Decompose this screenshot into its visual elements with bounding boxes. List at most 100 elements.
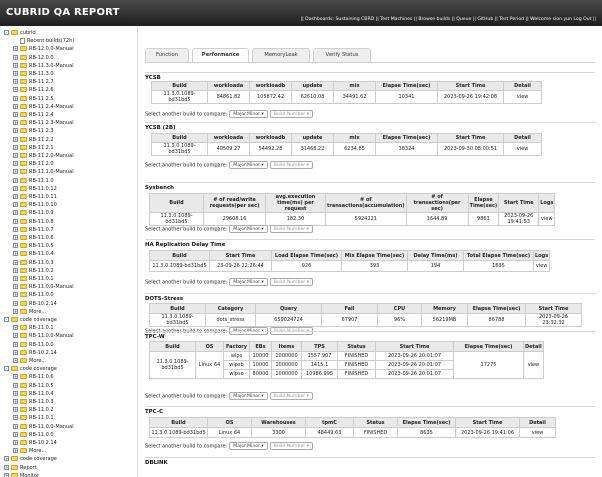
collapse-icon[interactable]: -	[4, 366, 9, 372]
expand-icon[interactable]: +	[13, 71, 18, 76]
tree-item[interactable]: + RB-11.1.0	[13, 177, 54, 185]
tree-item[interactable]: + RB-11.0.5	[13, 242, 54, 250]
tree-item[interactable]: + RB-11.0.11	[13, 193, 57, 201]
tree-item[interactable]: + RB-11.0.10	[13, 201, 57, 209]
expand-icon[interactable]: +	[13, 440, 18, 445]
view-link[interactable]: view	[519, 427, 556, 438]
tree-item[interactable]: + RB-11.0.3	[13, 259, 54, 267]
tree-item[interactable]: - code coverage	[4, 316, 57, 324]
tree-item[interactable]: + RB-12.0.0	[13, 54, 54, 62]
top-nav-links[interactable]: || Dashboards: Sustaining CBRD || Test M…	[301, 17, 596, 22]
tree-item[interactable]: + RB-11.2.0	[13, 160, 54, 168]
expand-icon[interactable]: +	[4, 456, 9, 462]
tab-function[interactable]: Function	[145, 48, 189, 62]
expand-icon[interactable]: +	[13, 325, 18, 331]
tree-item[interactable]: + RB-11.1.0-Manual	[13, 168, 74, 176]
expand-icon[interactable]: +	[13, 423, 18, 429]
build-number-select[interactable]: Build Number ▾	[269, 110, 313, 118]
expand-icon[interactable]: +	[13, 251, 18, 257]
tree-item[interactable]: + RB-11.0.6	[13, 373, 54, 381]
tree-item[interactable]: + RB-11.2.6	[13, 86, 54, 94]
expand-icon[interactable]: +	[13, 194, 18, 199]
tree-item[interactable]: Recent builds(72h)	[13, 37, 74, 45]
expand-icon[interactable]: +	[13, 341, 18, 347]
expand-icon[interactable]: +	[13, 382, 18, 388]
build-number-select[interactable]: Build Number ▾	[269, 442, 313, 450]
view-link[interactable]: view	[532, 260, 551, 272]
expand-icon[interactable]: +	[13, 46, 18, 52]
tree-item[interactable]: + RB-11.2.7	[13, 78, 54, 86]
tree-item[interactable]: + RB-11.2.4-Manual	[13, 103, 74, 111]
tree-item[interactable]: + RB-11.2.3-Manual	[13, 119, 74, 127]
expand-icon[interactable]: +	[13, 431, 18, 437]
expand-icon[interactable]: +	[13, 177, 18, 183]
tree-item[interactable]: + More...	[13, 447, 46, 455]
tree-item[interactable]: + RB-11.3.0	[13, 70, 54, 78]
expand-icon[interactable]: +	[13, 169, 18, 175]
expand-icon[interactable]: +	[13, 62, 18, 68]
expand-icon[interactable]: +	[13, 243, 18, 249]
tab-performance[interactable]: Performance	[192, 48, 249, 63]
major-minor-select[interactable]: Major.Minor ▾	[229, 225, 268, 233]
expand-icon[interactable]: +	[13, 235, 18, 240]
tree-item[interactable]: + RB-11.0.0	[13, 431, 54, 439]
tree-item[interactable]: - cubrid	[4, 29, 36, 37]
tree-item[interactable]: + RB-11.2.2	[13, 136, 54, 144]
tree-item[interactable]: - code coverage	[4, 365, 57, 373]
expand-icon[interactable]: +	[13, 185, 18, 191]
build-number-select[interactable]: Build Number ▾	[269, 278, 313, 286]
tree-item[interactable]: + RB-11.0.1	[13, 324, 54, 332]
expand-icon[interactable]: +	[13, 415, 18, 421]
expand-icon[interactable]: +	[13, 112, 18, 117]
tree-item[interactable]: + RB-11.0.3	[13, 398, 54, 406]
tree-item[interactable]: + RB-11.0.0	[13, 341, 54, 349]
build-number-select[interactable]: Build Number ▾	[269, 161, 313, 169]
expand-icon[interactable]: +	[13, 210, 18, 216]
expand-icon[interactable]: +	[13, 267, 18, 273]
tab-memoryleak[interactable]: MemoryLeak	[252, 48, 310, 62]
tree-item[interactable]: + RB-11.0.4	[13, 250, 54, 258]
expand-icon[interactable]	[13, 38, 18, 43]
expand-icon[interactable]: +	[13, 349, 18, 355]
tree-item[interactable]: + RB-10.2.14	[13, 439, 57, 447]
tree-item[interactable]: + RB-11.0.1	[13, 414, 54, 422]
tree-item[interactable]: + RB-11.0.2	[13, 267, 54, 275]
expand-icon[interactable]: +	[13, 79, 18, 85]
expand-icon[interactable]: +	[13, 333, 18, 339]
major-minor-select[interactable]: Major.Minor ▾	[229, 110, 268, 118]
tree-item[interactable]: + RB-11.2.5	[13, 95, 54, 103]
expand-icon[interactable]: +	[13, 95, 18, 101]
expand-icon[interactable]: +	[13, 292, 18, 298]
expand-icon[interactable]: +	[13, 390, 18, 396]
tree-item[interactable]: + RB-10.2.14	[13, 300, 57, 308]
expand-icon[interactable]: +	[13, 128, 18, 134]
expand-icon[interactable]: +	[4, 472, 9, 477]
tree-item[interactable]: + RB-11.0.0-Manual	[13, 423, 74, 431]
tree-item[interactable]: + RB-11.0.4	[13, 390, 54, 398]
tree-item[interactable]: + More...	[13, 357, 46, 365]
tree-item[interactable]: + RB-11.2.0-Manual	[13, 152, 74, 160]
major-minor-select[interactable]: Major.Minor ▾	[229, 161, 268, 169]
expand-icon[interactable]: +	[13, 218, 18, 224]
expand-icon[interactable]: +	[13, 153, 18, 158]
expand-icon[interactable]: +	[13, 284, 18, 290]
tree-item[interactable]: + RB-11.2.3	[13, 127, 54, 135]
expand-icon[interactable]: +	[13, 374, 18, 380]
view-link[interactable]: view	[523, 351, 544, 379]
view-link[interactable]: view	[538, 212, 556, 226]
expand-icon[interactable]: +	[13, 300, 18, 306]
tree-item[interactable]: + RB-11.0.8	[13, 218, 54, 226]
tab-verify-status[interactable]: Verify Status	[313, 48, 371, 62]
tree-item[interactable]: + Monitor	[4, 472, 39, 477]
expand-icon[interactable]: +	[4, 464, 9, 470]
expand-icon[interactable]: +	[13, 226, 18, 232]
expand-icon[interactable]: +	[13, 259, 18, 265]
view-link[interactable]: view	[503, 90, 542, 104]
expand-icon[interactable]: +	[13, 276, 18, 281]
tree-item[interactable]: + RB-11.2.1	[13, 144, 54, 152]
expand-icon[interactable]: +	[13, 103, 18, 109]
expand-icon[interactable]: +	[13, 161, 18, 167]
tree-item[interactable]: + RB-11.0.9	[13, 209, 54, 217]
build-number-select[interactable]: Build Number ▾	[269, 225, 313, 233]
expand-icon[interactable]: +	[13, 54, 18, 60]
